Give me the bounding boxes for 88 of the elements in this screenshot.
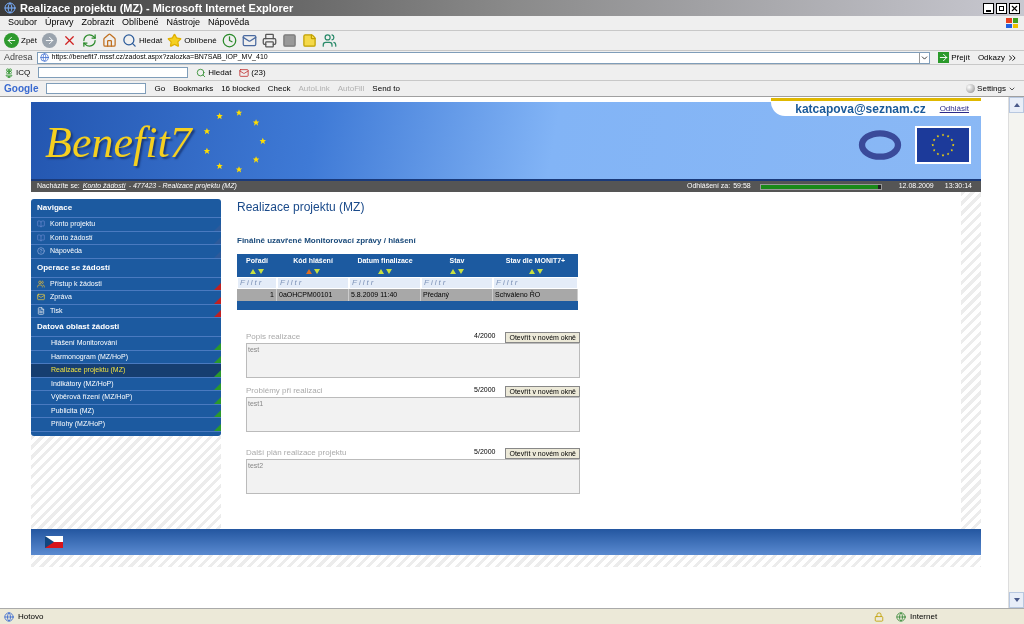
google-toolbar-button[interactable]: Go [154, 82, 166, 95]
minimize-button[interactable] [983, 2, 994, 14]
star-icon [167, 33, 183, 48]
field-label: Další plán realizace projektu [246, 447, 348, 459]
field-label: Problémy při realizaci [246, 385, 324, 397]
dropdown-icon[interactable] [919, 52, 930, 63]
toolbar-button[interactable]: Zpět [4, 33, 37, 48]
sort-up-icon[interactable] [528, 268, 535, 274]
sidebar-heading: Operace se žádostí [31, 258, 221, 278]
links-label[interactable]: Odkazy [977, 51, 1005, 64]
user-email: katcapova@seznam.cz [795, 100, 926, 118]
filter-field[interactable]: Filtr [421, 277, 493, 289]
down-arrow-icon [1013, 598, 1020, 602]
internet-zone-icon [896, 611, 906, 622]
restore-button[interactable] [996, 2, 1007, 14]
menu-item[interactable]: Soubor [4, 16, 42, 30]
google-toolbar-button[interactable]: Check [267, 82, 291, 95]
people-icon[interactable] [321, 33, 337, 48]
chevron-icon[interactable] [1009, 54, 1016, 61]
people-icon [37, 279, 45, 288]
google-logo: Google [4, 82, 39, 96]
sort-up-icon[interactable] [250, 268, 256, 274]
menu-item[interactable]: Nástroje [162, 16, 205, 30]
sort-down-icon[interactable] [314, 268, 320, 274]
printer-icon[interactable] [261, 33, 277, 48]
square-icon[interactable] [281, 33, 297, 48]
field-label: Popis realizace [246, 331, 302, 343]
sort-up-icon[interactable] [450, 268, 456, 274]
section-heading: Finálně uzavřené Monitorovací zprávy / hlášení [237, 235, 417, 247]
lock-icon [874, 611, 884, 622]
document-icon [37, 306, 45, 315]
mail-icon[interactable] [241, 33, 257, 48]
page-icon [4, 611, 14, 622]
close-button[interactable] [1009, 2, 1020, 14]
settings-button[interactable]: Settings [966, 82, 1016, 95]
google-toolbar-button[interactable]: Bookmarks [173, 82, 214, 95]
scrollbar[interactable] [1008, 97, 1024, 608]
google-toolbar-button[interactable]: Send to [372, 82, 400, 95]
page-icon [39, 53, 49, 62]
sidebar-heading: Datová oblast žádosti [31, 318, 221, 337]
search-icon [196, 67, 207, 78]
sort-down-icon[interactable] [258, 268, 264, 274]
clock-icon[interactable] [221, 33, 237, 48]
refresh-icon[interactable] [82, 33, 97, 48]
counter-button[interactable]: (23) [239, 66, 266, 79]
window-title: Realizace projektu (MZ) - Microsoft Internet Explorer [20, 0, 295, 16]
status-text: Hotovo [18, 610, 45, 623]
menu-item[interactable]: Zobrazit [77, 16, 119, 30]
benefit7-logo: Benefit7 [45, 116, 192, 169]
up-arrow-icon [1013, 103, 1020, 107]
sidebar-heading: Navigace [31, 199, 221, 218]
logout-link[interactable]: Odhlásit [939, 102, 969, 115]
book-icon [37, 233, 45, 242]
sort-down-icon[interactable] [458, 268, 464, 274]
filter-field[interactable]: Filtr [493, 277, 578, 289]
scroll-down-button[interactable] [1009, 592, 1024, 608]
google-toolbar-button[interactable]: 16 blocked [221, 82, 260, 95]
scroll-up-button[interactable] [1009, 97, 1024, 113]
address-label: Adresa [4, 50, 33, 64]
menu-item[interactable]: Úpravy [41, 16, 78, 30]
menu-item[interactable]: Oblíbené [118, 16, 163, 30]
home-icon[interactable] [102, 33, 117, 48]
sort-down-icon[interactable] [536, 268, 543, 274]
toolbar-button[interactable]: Hledat [122, 33, 163, 48]
mail-icon [239, 67, 250, 78]
envelope-icon [37, 293, 45, 302]
google-search-field[interactable] [46, 83, 147, 94]
filter-field[interactable]: Filtr [349, 277, 421, 289]
help-icon [37, 247, 45, 256]
sort-down-icon[interactable] [386, 268, 392, 274]
sort-up-icon[interactable] [378, 268, 384, 274]
windows-logo-icon [1004, 16, 1020, 30]
zone-text: Internet [910, 610, 939, 623]
icq-search-field[interactable] [38, 67, 189, 78]
page-heading: Realizace projektu (MZ) [237, 199, 366, 216]
ie-icon [4, 2, 16, 14]
book-icon [37, 220, 45, 229]
search-icon [122, 33, 137, 48]
flower-icon [4, 67, 14, 78]
filter-field[interactable]: Filtr [277, 277, 349, 289]
icq-button[interactable]: ICQ [4, 66, 31, 79]
menu-item[interactable]: Nápověda [204, 16, 254, 30]
filter-field[interactable]: Filtr [237, 277, 277, 289]
eu-flag-icon [915, 125, 971, 164]
go-button[interactable]: Přejít [934, 51, 974, 64]
toolbar-button[interactable]: Oblíbené [167, 33, 217, 48]
icq-search-button[interactable]: Hledat [196, 66, 232, 79]
close-icon[interactable] [62, 33, 77, 48]
